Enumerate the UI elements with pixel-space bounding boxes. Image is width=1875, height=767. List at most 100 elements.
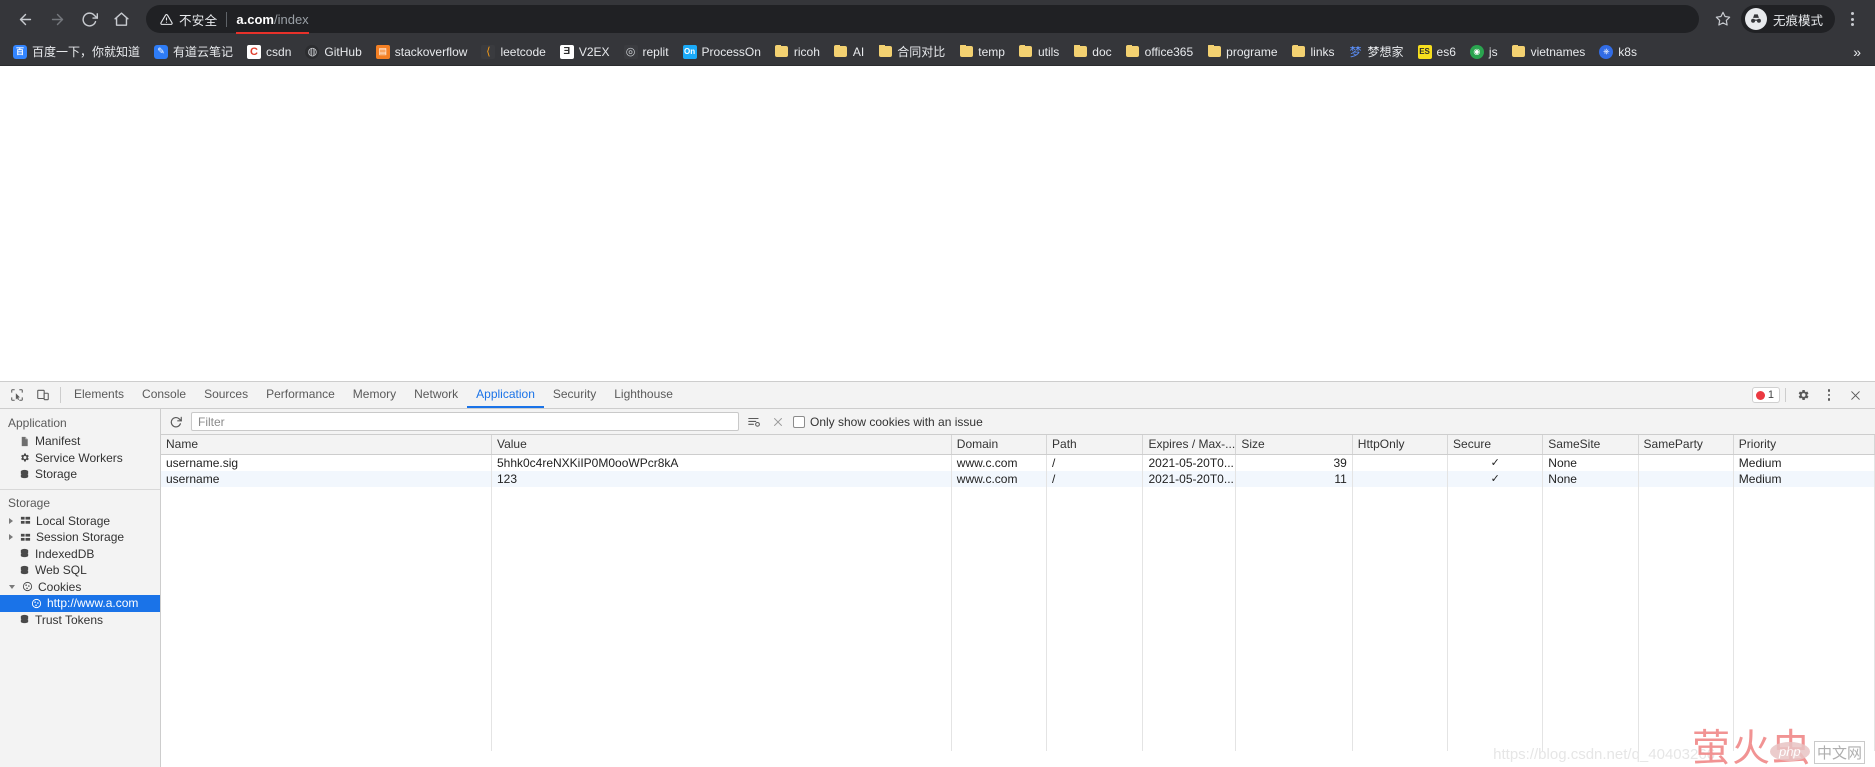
chrome-menu-button[interactable] bbox=[1839, 5, 1865, 33]
bookmark-item[interactable]: AI bbox=[827, 42, 871, 62]
sidebar-item-cookie-origin[interactable]: http://www.a.com bbox=[0, 595, 160, 612]
inspect-element-icon[interactable] bbox=[4, 382, 30, 408]
reload-button[interactable] bbox=[74, 4, 104, 34]
tab-sources[interactable]: Sources bbox=[195, 382, 257, 408]
column-header-domain[interactable]: Domain bbox=[951, 435, 1046, 454]
chevron-right-icon[interactable] bbox=[9, 518, 13, 524]
table-row[interactable]: username.sig 5hhk0c4reNXKiIP0M0ooWPcr8kA… bbox=[161, 454, 1875, 471]
home-button[interactable] bbox=[106, 4, 136, 34]
sidebar-item-label: IndexedDB bbox=[35, 547, 94, 561]
bookmark-label: csdn bbox=[266, 45, 291, 59]
bookmark-item[interactable]: temp bbox=[952, 42, 1012, 62]
cookies-table-container[interactable]: Name Value Domain Path Expires / Max-...… bbox=[161, 435, 1875, 767]
clear-filter-icon[interactable] bbox=[769, 413, 787, 431]
tab-lighthouse[interactable]: Lighthouse bbox=[605, 382, 682, 408]
sidebar-item-session-storage[interactable]: Session Storage bbox=[0, 529, 160, 546]
bookmark-item[interactable]: ESes6 bbox=[1411, 42, 1463, 62]
bookmarks-overflow-button[interactable]: » bbox=[1845, 44, 1869, 60]
bookmark-item[interactable]: ✎有道云笔记 bbox=[147, 40, 240, 63]
incognito-indicator[interactable]: 无痕模式 bbox=[1741, 5, 1835, 33]
column-header-path[interactable]: Path bbox=[1047, 435, 1143, 454]
bookmark-item[interactable]: vietnames bbox=[1505, 42, 1593, 62]
bookmark-item[interactable]: Ccsdn bbox=[240, 42, 298, 62]
bookmark-item[interactable]: ricoh bbox=[768, 42, 827, 62]
bookmark-label: 合同对比 bbox=[897, 43, 945, 60]
tab-performance[interactable]: Performance bbox=[257, 382, 344, 408]
bookmark-item[interactable]: utils bbox=[1012, 42, 1066, 62]
filter-input[interactable]: Filter bbox=[191, 412, 739, 431]
column-header-expires[interactable]: Expires / Max-... bbox=[1143, 435, 1236, 454]
column-header-name[interactable]: Name bbox=[161, 435, 491, 454]
sidebar-item-trust-tokens[interactable]: Trust Tokens bbox=[0, 612, 160, 629]
cookie-icon bbox=[30, 597, 42, 609]
folder-icon bbox=[1512, 45, 1526, 59]
cell-samesite: None bbox=[1543, 471, 1638, 488]
tab-elements[interactable]: Elements bbox=[65, 382, 133, 408]
database-icon bbox=[18, 564, 30, 576]
back-button[interactable] bbox=[10, 4, 40, 34]
browser-toolbar: 不安全 a.com/index 无痕模式 bbox=[0, 0, 1875, 38]
bookmark-item[interactable]: ◎replit bbox=[617, 42, 676, 62]
bookmark-item[interactable]: 合同对比 bbox=[871, 40, 952, 63]
forward-button[interactable] bbox=[42, 4, 72, 34]
tab-memory[interactable]: Memory bbox=[344, 382, 405, 408]
sidebar-item-web-sql[interactable]: Web SQL bbox=[0, 562, 160, 579]
bookmark-item[interactable]: ◍GitHub bbox=[298, 42, 368, 62]
bookmark-item[interactable]: 百百度一下，你就知道 bbox=[6, 40, 147, 63]
bookmark-item[interactable]: ▤stackoverflow bbox=[369, 42, 475, 62]
bookmark-item[interactable]: OnProcessOn bbox=[676, 42, 768, 62]
sidebar-item-cookies[interactable]: Cookies bbox=[0, 579, 160, 596]
cell-expires: 2021-05-20T0... bbox=[1143, 471, 1236, 488]
toolbar-divider bbox=[60, 387, 61, 403]
sidebar-item-storage[interactable]: Storage bbox=[0, 466, 160, 483]
address-bar[interactable]: 不安全 a.com/index bbox=[146, 5, 1699, 33]
bookmark-item[interactable]: 梦梦想家 bbox=[1342, 40, 1411, 63]
sidebar-divider bbox=[0, 489, 160, 490]
column-header-sameparty[interactable]: SameParty bbox=[1638, 435, 1733, 454]
bookmark-star-icon[interactable] bbox=[1709, 5, 1737, 33]
devtools-toolbar-actions: 1 bbox=[1752, 382, 1875, 408]
gear-icon[interactable] bbox=[1791, 384, 1815, 406]
bookmark-label: stackoverflow bbox=[395, 45, 468, 59]
column-header-secure[interactable]: Secure bbox=[1448, 435, 1543, 454]
cell-domain: www.c.com bbox=[951, 471, 1046, 488]
sidebar-item-label: Storage bbox=[35, 467, 77, 481]
checkbox-box[interactable] bbox=[793, 416, 805, 428]
bookmark-item[interactable]: ⎈k8s bbox=[1592, 42, 1644, 62]
tab-network[interactable]: Network bbox=[405, 382, 467, 408]
table-empty-row bbox=[161, 603, 1875, 620]
sidebar-item-indexeddb[interactable]: IndexedDB bbox=[0, 546, 160, 563]
column-header-priority[interactable]: Priority bbox=[1733, 435, 1874, 454]
tab-application[interactable]: Application bbox=[467, 382, 544, 408]
gear-icon bbox=[18, 452, 30, 464]
incognito-icon bbox=[1745, 8, 1767, 30]
sidebar-item-manifest[interactable]: Manifest bbox=[0, 433, 160, 450]
processon-icon: On bbox=[683, 45, 697, 59]
close-icon[interactable] bbox=[1843, 384, 1867, 406]
bookmark-item[interactable]: ƎV2EX bbox=[553, 42, 617, 62]
column-header-httponly[interactable]: HttpOnly bbox=[1352, 435, 1447, 454]
refresh-icon[interactable] bbox=[167, 413, 185, 431]
omnibox-divider bbox=[226, 12, 227, 27]
column-header-value[interactable]: Value bbox=[491, 435, 951, 454]
sidebar-item-service-workers[interactable]: Service Workers bbox=[0, 450, 160, 467]
table-row[interactable]: username 123 www.c.com / 2021-05-20T0...… bbox=[161, 471, 1875, 488]
tab-security[interactable]: Security bbox=[544, 382, 605, 408]
filter-settings-icon[interactable] bbox=[745, 413, 763, 431]
bookmark-item[interactable]: links bbox=[1285, 42, 1342, 62]
only-show-issues-checkbox[interactable]: Only show cookies with an issue bbox=[793, 415, 983, 429]
bookmark-item[interactable]: doc bbox=[1066, 42, 1118, 62]
chevron-down-icon[interactable] bbox=[9, 585, 15, 589]
chevron-right-icon[interactable] bbox=[9, 534, 13, 540]
bookmark-item[interactable]: office365 bbox=[1119, 42, 1201, 62]
bookmark-item[interactable]: ⟨leetcode bbox=[474, 42, 552, 62]
tab-console[interactable]: Console bbox=[133, 382, 195, 408]
bookmark-item[interactable]: programe bbox=[1200, 42, 1284, 62]
error-count-badge[interactable]: 1 bbox=[1752, 387, 1780, 403]
devtools-more-button[interactable] bbox=[1817, 384, 1841, 406]
device-toolbar-icon[interactable] bbox=[30, 382, 56, 408]
bookmark-item[interactable]: ◉js bbox=[1463, 42, 1505, 62]
column-header-samesite[interactable]: SameSite bbox=[1543, 435, 1638, 454]
sidebar-item-local-storage[interactable]: Local Storage bbox=[0, 513, 160, 530]
column-header-size[interactable]: Size bbox=[1236, 435, 1352, 454]
